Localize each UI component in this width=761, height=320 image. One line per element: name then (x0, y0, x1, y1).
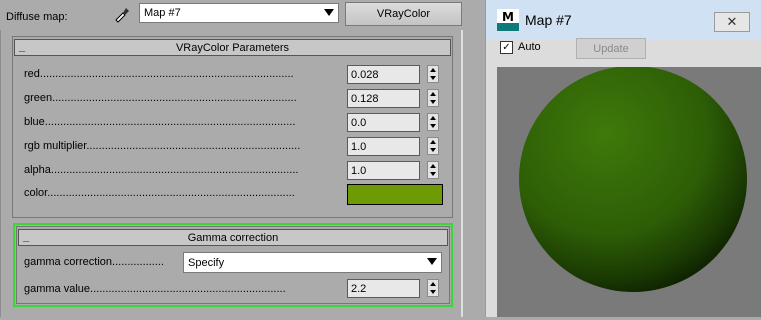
svg-text:M: M (502, 10, 514, 24)
map-combo-value: Map #7 (144, 7, 181, 19)
rgb-multiplier-label: rgb multiplier..........................… (24, 140, 301, 152)
alpha-label: alpha...................................… (24, 164, 299, 176)
chevron-down-icon (324, 9, 334, 16)
map-preview-window: M Map #7 ✕ ✓ Auto Update (485, 0, 761, 317)
rgb-multiplier-input[interactable]: 1.0 (347, 137, 420, 156)
update-button[interactable]: Update (576, 38, 646, 59)
diffuse-map-label: Diffuse map: (6, 11, 68, 23)
red-label: red.....................................… (24, 68, 294, 80)
panel-title: Gamma correction (187, 231, 279, 244)
close-button[interactable]: ✕ (714, 12, 750, 32)
alpha-spinner[interactable] (427, 161, 439, 179)
gamma-value-label: gamma value.............................… (24, 283, 286, 295)
chevron-down-icon (427, 258, 437, 265)
gamma-value-spinner[interactable] (427, 279, 439, 297)
eyedropper-icon[interactable] (111, 5, 131, 23)
map-combo[interactable]: Map #7 (139, 3, 339, 23)
blue-spinner[interactable] (427, 113, 439, 131)
color-swatch[interactable] (347, 184, 443, 205)
checkmark-icon: ✓ (502, 42, 511, 53)
collapse-toggle[interactable]: _ (23, 231, 29, 243)
green-spinner[interactable] (427, 89, 439, 107)
collapse-toggle[interactable]: _ (19, 41, 25, 53)
window-title: Map #7 (525, 12, 572, 28)
red-spinner[interactable] (427, 65, 439, 83)
auto-checkbox[interactable]: ✓ (500, 41, 513, 54)
blue-label: blue....................................… (24, 116, 296, 128)
alpha-input[interactable]: 1.0 (347, 161, 420, 180)
rgb-multiplier-spinner[interactable] (427, 137, 439, 155)
gamma-correction-header[interactable]: _ Gamma correction (18, 229, 448, 246)
green-label: green...................................… (24, 92, 297, 104)
map-type-button[interactable]: VRayColor (345, 2, 462, 26)
panel-title: VRayColor Parameters (175, 41, 290, 54)
close-icon: ✕ (726, 14, 738, 29)
auto-label: Auto (518, 41, 541, 53)
vraycolor-parameters-header[interactable]: _ VRayColor Parameters (14, 39, 451, 56)
blue-input[interactable]: 0.0 (347, 113, 420, 132)
material-preview-viewport (497, 66, 761, 317)
sphere-preview-icon (519, 66, 747, 292)
gamma-value-input[interactable]: 2.2 (347, 279, 420, 298)
gamma-correction-select[interactable]: Specify (183, 252, 442, 273)
max-app-icon: M (497, 9, 519, 31)
color-label: color...................................… (24, 187, 295, 199)
window-titlebar[interactable]: M Map #7 ✕ (486, 0, 761, 40)
red-input[interactable]: 0.028 (347, 65, 420, 84)
gamma-correction-value: Specify (188, 256, 225, 269)
green-input[interactable]: 0.128 (347, 89, 420, 108)
gamma-correction-label: gamma correction................. (24, 256, 164, 268)
